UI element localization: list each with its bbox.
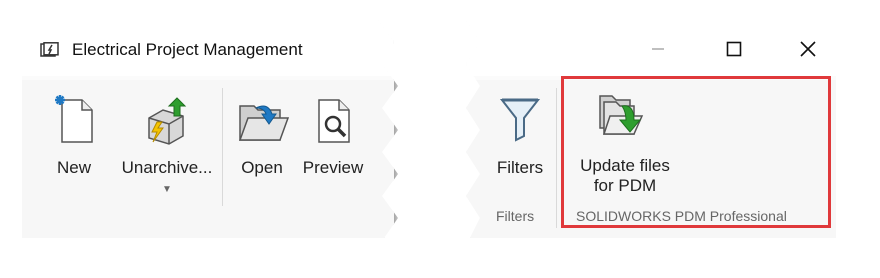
chevron-down-icon[interactable]: ▼ — [162, 184, 172, 195]
close-icon — [800, 41, 816, 57]
new-document-icon — [55, 95, 93, 143]
unarchive-icon — [148, 97, 187, 145]
filters-label: Filters — [496, 158, 544, 177]
close-button[interactable] — [788, 34, 828, 64]
new-label: New — [56, 158, 91, 177]
minimize-button[interactable] — [638, 34, 678, 64]
left-window-fragment: Electrical Project Management New Unarch… — [22, 20, 394, 238]
ribbon-left: New Unarchive... ▼ Open Preview — [22, 80, 394, 238]
open-label: Open — [241, 158, 283, 177]
preview-button[interactable]: Preview — [296, 92, 370, 178]
window-title: Electrical Project Management — [72, 40, 303, 59]
filters-button[interactable]: Filters — [490, 90, 550, 178]
maximize-button[interactable] — [714, 34, 754, 64]
title-bar-right — [466, 20, 836, 76]
ribbon-separator-right — [556, 88, 557, 228]
right-window-fragment: Filters Filters Update files for PDM SOL… — [466, 20, 836, 238]
ribbon-separator — [222, 88, 223, 206]
highlight-box — [561, 76, 831, 228]
maximize-icon — [726, 41, 742, 57]
preview-icon — [318, 99, 350, 143]
open-button[interactable]: Open — [234, 92, 290, 178]
app-icon — [40, 42, 59, 57]
open-folder-icon — [238, 105, 290, 141]
unarchive-label: Unarchive... — [121, 158, 213, 177]
filters-group-label: Filters — [496, 208, 535, 224]
unarchive-button[interactable]: Unarchive... ▼ — [112, 92, 222, 195]
title-bar: Electrical Project Management — [22, 20, 394, 76]
new-button[interactable]: New — [44, 92, 104, 178]
minimize-icon — [652, 48, 664, 50]
filter-icon — [499, 98, 541, 142]
preview-label: Preview — [302, 158, 364, 177]
